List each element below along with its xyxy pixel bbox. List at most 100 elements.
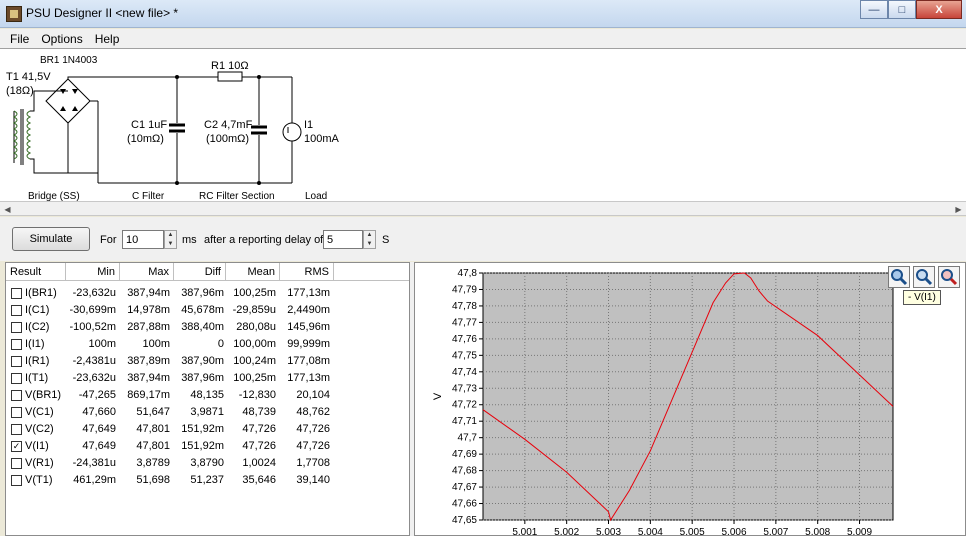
close-button[interactable]: X bbox=[916, 0, 962, 19]
minimize-button[interactable]: — bbox=[860, 0, 888, 19]
cell-rms: 1,7708 bbox=[296, 457, 330, 469]
cell-max: 387,94m bbox=[127, 372, 170, 384]
table-row[interactable]: I(BR1) -23,632u 387,94m 387,96m 100,25m 177,1… bbox=[6, 285, 409, 302]
window-title: PSU Designer II <new file> * bbox=[26, 6, 179, 20]
cell-min: 461,29m bbox=[73, 474, 116, 486]
cell-rms: 145,96m bbox=[287, 321, 330, 333]
scroll-left-icon[interactable]: ◀ bbox=[0, 202, 15, 216]
menu-options[interactable]: Options bbox=[35, 29, 88, 48]
cell-max: 51,698 bbox=[136, 474, 170, 486]
col-mean[interactable]: Mean bbox=[226, 263, 280, 281]
cell-rms: 99,999m bbox=[287, 338, 330, 350]
result-checkbox[interactable] bbox=[11, 356, 22, 367]
table-row[interactable]: I(C1) -30,699m 14,978m 45,678m -29,859u 2,449… bbox=[6, 302, 409, 319]
c2-label: C2 4,7mF bbox=[204, 119, 253, 131]
col-rms[interactable]: RMS bbox=[280, 263, 334, 281]
table-row[interactable]: I(I1) 100m 100m 0 100,00m 99,999m bbox=[6, 336, 409, 353]
cell-mean: 100,00m bbox=[233, 338, 276, 350]
cell-min: 47,660 bbox=[82, 406, 116, 418]
table-row[interactable]: ✓ V(I1) 47,649 47,801 151,92m 47,726 47,726 bbox=[6, 438, 409, 455]
table-row[interactable]: V(R1) -24,381u 3,8789 3,8790 1,0024 1,7708 bbox=[6, 455, 409, 472]
for-label: For bbox=[100, 234, 117, 246]
duration-spinner[interactable]: ▲ ▼ bbox=[164, 230, 177, 249]
cell-rms: 39,140 bbox=[296, 474, 330, 486]
menu-file[interactable]: File bbox=[4, 29, 35, 48]
menu-help[interactable]: Help bbox=[89, 29, 126, 48]
x-tick-label: 5,009 bbox=[847, 527, 872, 535]
result-name: I(BR1) bbox=[25, 287, 57, 299]
y-axis-label: V bbox=[432, 392, 444, 400]
c1-label: C1 1uF bbox=[131, 119, 168, 131]
spin-down-icon[interactable]: ▼ bbox=[364, 240, 375, 249]
col-min[interactable]: Min bbox=[66, 263, 120, 281]
result-checkbox[interactable] bbox=[11, 424, 22, 435]
result-checkbox[interactable] bbox=[11, 390, 22, 401]
result-checkbox[interactable] bbox=[11, 322, 22, 333]
maximize-button[interactable]: □ bbox=[888, 0, 916, 19]
schematic-hscrollbar[interactable]: ◀ ▶ bbox=[0, 201, 966, 216]
app-icon bbox=[6, 6, 22, 22]
cell-min: 47,649 bbox=[82, 423, 116, 435]
duration-input[interactable] bbox=[122, 230, 164, 249]
result-name: V(C1) bbox=[25, 406, 54, 418]
spin-up-icon[interactable]: ▲ bbox=[165, 231, 176, 240]
results-header: Result Min Max Diff Mean RMS bbox=[6, 263, 409, 281]
cell-rms: 48,762 bbox=[296, 406, 330, 418]
col-max[interactable]: Max bbox=[120, 263, 174, 281]
schematic-canvas[interactable]: BR1 1N4003 T1 41,5V (18Ω) R1 10Ω C1 1uF … bbox=[0, 48, 966, 202]
table-row[interactable]: I(T1) -23,632u 387,94m 387,96m 100,25m 177,13… bbox=[6, 370, 409, 387]
resistor-label: R1 10Ω bbox=[211, 60, 249, 72]
result-checkbox[interactable] bbox=[11, 458, 22, 469]
cell-max: 47,801 bbox=[136, 440, 170, 452]
cell-max: 100m bbox=[142, 338, 170, 350]
cell-min: -30,699m bbox=[69, 304, 116, 316]
cell-min: -2,4381u bbox=[72, 355, 116, 367]
result-checkbox[interactable] bbox=[11, 288, 22, 299]
delay-spinner[interactable]: ▲ ▼ bbox=[363, 230, 376, 249]
simulate-button[interactable]: Simulate bbox=[12, 227, 90, 251]
cell-mean: 280,08u bbox=[236, 321, 276, 333]
zoom-icon[interactable] bbox=[913, 266, 935, 288]
spin-up-icon[interactable]: ▲ bbox=[364, 231, 375, 240]
chart-panel[interactable]: 47,8 47,79 47,78 47,77 47,76 47,75 47,74 47,73 4… bbox=[414, 262, 966, 536]
table-row[interactable]: V(C1) 47,660 51,647 3,9871 48,739 48,762 bbox=[6, 404, 409, 421]
result-checkbox[interactable] bbox=[11, 475, 22, 486]
x-tick-label: 5,003 bbox=[596, 527, 621, 535]
result-name: V(BR1) bbox=[25, 389, 62, 401]
cell-diff: 387,96m bbox=[181, 372, 224, 384]
duration-unit: ms bbox=[182, 234, 197, 246]
c1-esr: (10mΩ) bbox=[127, 133, 164, 145]
table-row[interactable]: V(C2) 47,649 47,801 151,92m 47,726 47,726 bbox=[6, 421, 409, 438]
table-row[interactable]: V(BR1) -47,265 869,17m 48,135 -12,830 20,104 bbox=[6, 387, 409, 404]
cell-max: 387,89m bbox=[127, 355, 170, 367]
cell-max: 14,978m bbox=[127, 304, 170, 316]
cell-mean: -29,859u bbox=[232, 304, 276, 316]
y-tick-label: 47,75 bbox=[452, 350, 477, 361]
col-result[interactable]: Result bbox=[6, 263, 66, 281]
table-row[interactable]: V(T1) 461,29m 51,698 51,237 35,646 39,140 bbox=[6, 472, 409, 489]
y-tick-label: 47,73 bbox=[452, 383, 477, 394]
x-tick-label: 5,001 bbox=[512, 527, 537, 535]
col-diff[interactable]: Diff bbox=[174, 263, 226, 281]
menu-bar: File Options Help bbox=[0, 29, 966, 48]
zoom-reset-icon[interactable] bbox=[938, 266, 960, 288]
delay-label: after a reporting delay of bbox=[204, 234, 324, 246]
delay-input[interactable] bbox=[323, 230, 363, 249]
result-checkbox[interactable] bbox=[11, 407, 22, 418]
result-name: I(T1) bbox=[25, 372, 49, 384]
spin-down-icon[interactable]: ▼ bbox=[165, 240, 176, 249]
zoom-in-icon[interactable] bbox=[888, 266, 910, 288]
table-row[interactable]: I(C2) -100,52m 287,88m 388,40m 280,08u 145,96… bbox=[6, 319, 409, 336]
x-tick-label: 5,004 bbox=[638, 527, 663, 535]
result-checkbox[interactable] bbox=[11, 373, 22, 384]
result-checkbox[interactable] bbox=[11, 305, 22, 316]
y-tick-label: 47,77 bbox=[452, 317, 477, 328]
cell-mean: 1,0024 bbox=[242, 457, 276, 469]
scroll-right-icon[interactable]: ▶ bbox=[951, 202, 966, 216]
cell-mean: 35,646 bbox=[242, 474, 276, 486]
cell-diff: 51,237 bbox=[190, 474, 224, 486]
table-row[interactable]: I(R1) -2,4381u 387,89m 387,90m 100,24m 177,08… bbox=[6, 353, 409, 370]
result-checkbox[interactable]: ✓ bbox=[11, 441, 22, 452]
cell-rms: 47,726 bbox=[296, 440, 330, 452]
result-checkbox[interactable] bbox=[11, 339, 22, 350]
